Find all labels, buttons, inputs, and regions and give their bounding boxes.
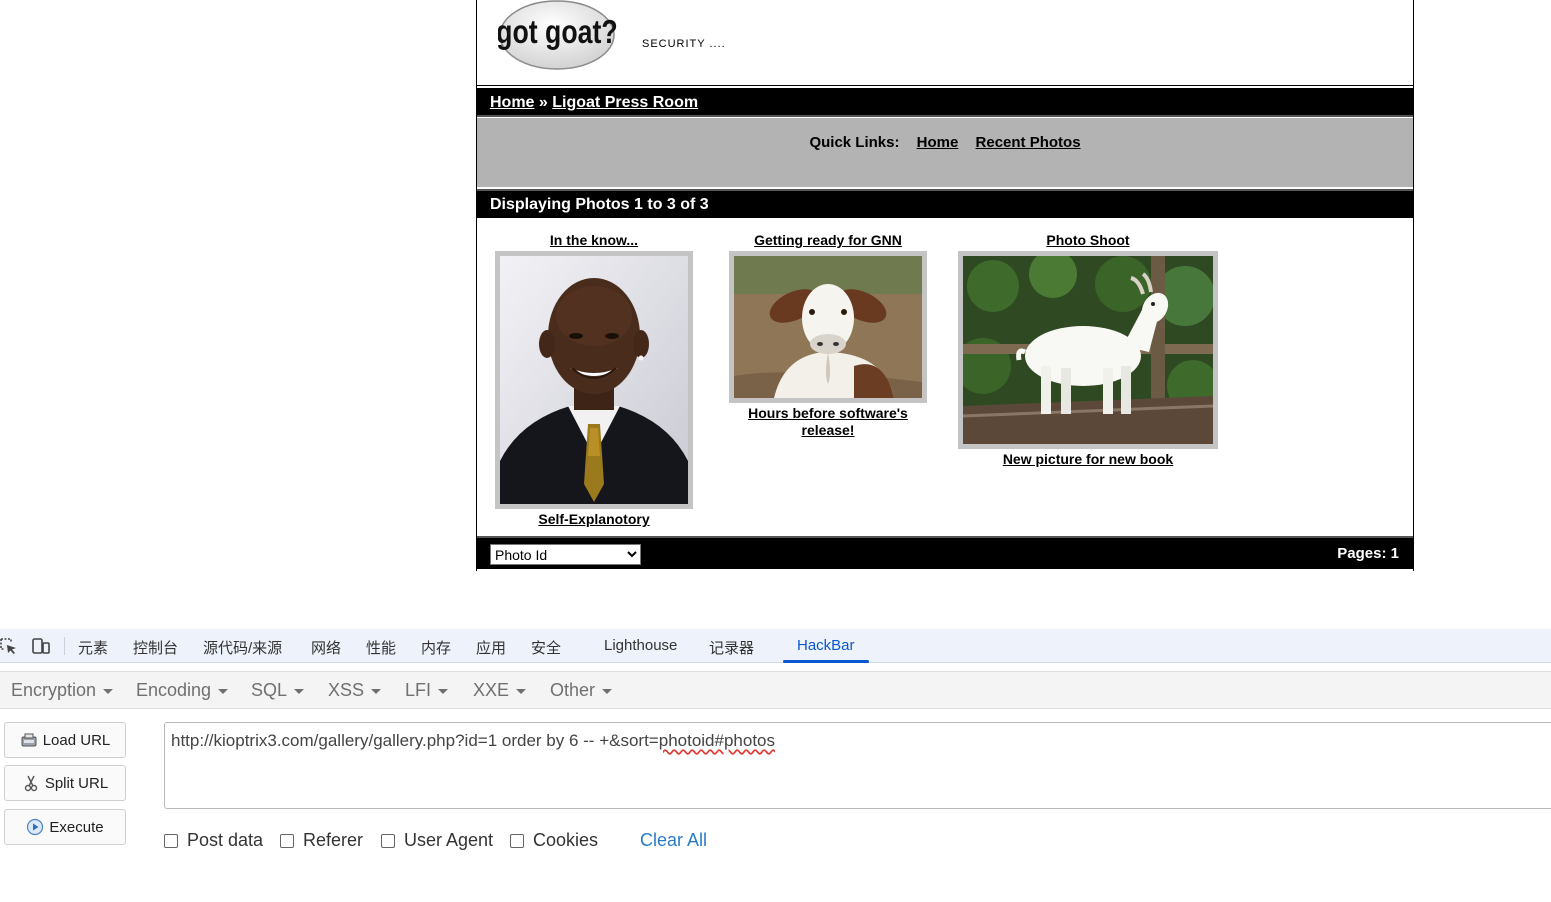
caret-down-icon xyxy=(516,688,527,694)
menu-encoding-label: Encoding xyxy=(136,680,212,700)
quick-link-home[interactable]: Home xyxy=(917,134,959,151)
checkbox-box[interactable] xyxy=(510,833,524,848)
menu-xss-label: XSS xyxy=(328,680,365,700)
tab-security[interactable]: 安全 xyxy=(531,637,561,658)
post-data-checkbox[interactable]: Post data xyxy=(164,830,263,851)
inspect-element-icon[interactable] xyxy=(0,636,18,656)
load-url-icon xyxy=(21,733,37,747)
user-agent-checkbox[interactable]: User Agent xyxy=(381,830,493,851)
checkbox-box[interactable] xyxy=(164,833,178,848)
device-toolbar-icon[interactable] xyxy=(31,636,51,656)
quick-link-recent-photos[interactable]: Recent Photos xyxy=(976,134,1081,151)
toolbar-divider xyxy=(64,637,65,655)
menu-other[interactable]: Other xyxy=(550,680,613,701)
play-icon xyxy=(27,818,44,836)
checkbox-box[interactable] xyxy=(280,833,294,848)
pagination-bar: Photo Id Pages: 1 xyxy=(477,536,1413,569)
user-agent-label: User Agent xyxy=(404,830,494,850)
tab-hackbar[interactable]: HackBar xyxy=(797,637,855,654)
photo-caption-line: Hours before software's xyxy=(748,405,908,421)
breadcrumb: Home » Ligoat Press Room xyxy=(477,88,1413,117)
tab-sources[interactable]: 源代码/来源 xyxy=(203,637,282,658)
goat-closeup-photo[interactable] xyxy=(734,256,922,398)
split-url-button[interactable]: Split URL xyxy=(4,765,126,801)
menu-xxe-label: XXE xyxy=(473,680,510,700)
menu-other-label: Other xyxy=(550,680,596,700)
photo-item: Photo Shoot New picture for new book xyxy=(958,232,1218,468)
cookies-checkbox[interactable]: Cookies xyxy=(510,830,598,851)
photo-frame[interactable] xyxy=(729,251,927,403)
menu-sql-label: SQL xyxy=(251,680,288,700)
menu-encryption[interactable]: Encryption xyxy=(11,680,114,701)
breadcrumb-home-link[interactable]: Home xyxy=(490,94,534,111)
tab-console[interactable]: 控制台 xyxy=(133,637,178,658)
execute-label: Execute xyxy=(49,818,104,836)
photo-item: Getting ready for GNN Hours before softw… xyxy=(729,232,927,439)
tab-lighthouse[interactable]: Lighthouse xyxy=(604,637,677,654)
pages-count: Pages: 1 xyxy=(1337,545,1399,562)
photo-title-link[interactable]: Getting ready for GNN xyxy=(729,232,927,249)
tab-network[interactable]: 网络 xyxy=(311,637,341,658)
tab-elements[interactable]: 元素 xyxy=(78,637,108,658)
caret-down-icon xyxy=(218,688,229,694)
cookies-label: Cookies xyxy=(533,830,599,850)
tab-application[interactable]: 应用 xyxy=(476,637,506,658)
url-text-spellcheck: photoid#photos xyxy=(658,731,776,750)
caret-down-icon xyxy=(602,688,613,694)
load-url-label: Load URL xyxy=(42,731,111,749)
url-text-main: http://kioptrix3.com/gallery/gallery.php… xyxy=(171,731,659,750)
post-data-label: Post data xyxy=(187,830,264,850)
menu-lfi-label: LFI xyxy=(405,680,432,700)
execute-button[interactable]: Execute xyxy=(4,809,126,845)
referer-label: Referer xyxy=(303,830,364,850)
quick-links-bar: Quick Links: Home Recent Photos xyxy=(477,118,1413,187)
businessman-photo[interactable] xyxy=(500,256,688,504)
split-url-label: Split URL xyxy=(44,774,109,792)
photo-item: In the know... Self-Explanotory xyxy=(495,232,693,528)
quick-links-label: Quick Links: xyxy=(809,134,900,151)
tab-performance[interactable]: 性能 xyxy=(366,637,396,658)
devtools-tab-bar: 元素 控制台 源代码/来源 网络 性能 内存 应用 安全 Lighthouse … xyxy=(0,629,1551,663)
photo-title-link[interactable]: In the know... xyxy=(495,232,693,249)
caret-down-icon xyxy=(294,688,305,694)
photo-frame[interactable] xyxy=(958,251,1218,449)
caret-down-icon xyxy=(438,688,449,694)
menu-xss[interactable]: XSS xyxy=(328,680,382,701)
displaying-photos-header: Displaying Photos 1 to 3 of 3 xyxy=(477,189,1413,218)
breadcrumb-current-link[interactable]: Ligoat Press Room xyxy=(552,94,698,111)
site-header: got goat? SECURITY .... xyxy=(477,0,1413,86)
white-goat-photo[interactable] xyxy=(963,256,1213,444)
clear-all-link[interactable]: Clear All xyxy=(640,830,707,851)
photo-caption-link[interactable]: New picture for new book xyxy=(958,451,1218,468)
active-tab-indicator xyxy=(783,660,869,663)
tab-memory[interactable]: 内存 xyxy=(421,637,451,658)
caret-down-icon xyxy=(103,688,114,694)
breadcrumb-separator: » xyxy=(538,94,548,111)
sort-select[interactable]: Photo Id xyxy=(490,544,641,565)
caret-down-icon xyxy=(371,688,382,694)
menu-encryption-label: Encryption xyxy=(11,680,97,700)
photo-frame[interactable] xyxy=(495,251,693,509)
photo-caption-link[interactable]: Self-Explanotory xyxy=(495,511,693,528)
scissors-icon xyxy=(24,775,38,792)
logo-text: got goat? xyxy=(498,14,617,50)
menu-sql[interactable]: SQL xyxy=(251,680,305,701)
hackbar-menu-bar: Encryption Encoding SQL XSS LFI XXE Othe… xyxy=(0,671,1551,709)
tab-recorder[interactable]: 记录器 xyxy=(709,637,754,658)
photo-caption-link[interactable]: Hours before software's release! xyxy=(729,405,927,439)
photo-title-link[interactable]: Photo Shoot xyxy=(958,232,1218,249)
got-goat-logo[interactable]: got goat? xyxy=(498,0,617,71)
checkbox-box[interactable] xyxy=(381,833,395,848)
url-text: http://kioptrix3.com/gallery/gallery.php… xyxy=(171,731,775,751)
site-tagline: SECURITY .... xyxy=(642,38,726,50)
referer-checkbox[interactable]: Referer xyxy=(280,830,363,851)
menu-xxe[interactable]: XXE xyxy=(473,680,527,701)
gallery-page: got goat? SECURITY .... Home » Ligoat Pr… xyxy=(476,0,1414,571)
menu-encoding[interactable]: Encoding xyxy=(136,680,229,701)
menu-lfi[interactable]: LFI xyxy=(405,680,449,701)
photo-caption-line: release! xyxy=(801,422,855,438)
load-url-button[interactable]: Load URL xyxy=(4,722,126,758)
